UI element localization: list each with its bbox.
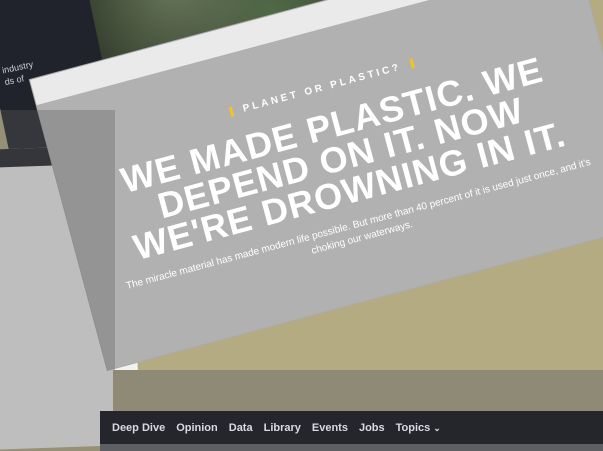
nav-item-opinion[interactable]: Opinion [176, 422, 218, 434]
nav-item-events[interactable]: Events [312, 422, 348, 434]
chevron-down-icon: ⌄ [433, 422, 441, 433]
accent-bar-icon [229, 106, 235, 118]
nav-item-topics[interactable]: Topics ⌄ [396, 422, 441, 434]
nav-item-library[interactable]: Library [264, 422, 301, 434]
nav-item-deep-dive[interactable]: Deep Dive [112, 422, 165, 434]
left-shadow-overlay [0, 110, 115, 451]
screenshot-scene: industry ds of PLANET OR PLASTIC? WE MAD… [0, 0, 603, 451]
shadow-band [113, 370, 603, 412]
site-nav-bar: Deep Dive Opinion Data Library Events Jo… [100, 411, 603, 444]
nav-item-data[interactable]: Data [229, 422, 253, 434]
bottom-strip [100, 444, 603, 451]
topics-label: Topics [395, 421, 431, 434]
nav-item-jobs[interactable]: Jobs [359, 422, 385, 434]
accent-bar-icon [409, 58, 415, 70]
